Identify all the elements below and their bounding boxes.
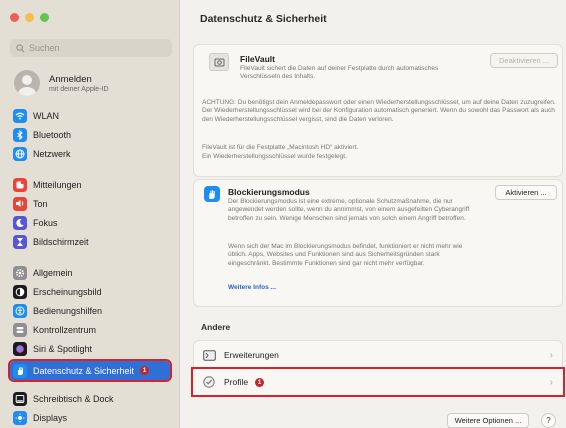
hourglass-icon bbox=[13, 234, 27, 249]
sidebar-item-bluetooth[interactable]: Bluetooth bbox=[10, 126, 170, 143]
profiles-label: Profile bbox=[224, 377, 249, 387]
sidebar-item-siri-spotlight[interactable]: Siri & Spotlight bbox=[10, 340, 170, 357]
extensions-row[interactable]: Erweiterungen › bbox=[193, 342, 563, 368]
filevault-section: FileVault FileVault sichert die Daten au… bbox=[193, 44, 563, 177]
more-options-button[interactable]: Weitere Optionen ... bbox=[447, 413, 529, 428]
globe-icon bbox=[13, 146, 27, 161]
sidebar-item-netzwerk[interactable]: Netzwerk bbox=[10, 145, 170, 162]
sidebar-item-label: Erscheinungsbild bbox=[33, 286, 102, 297]
filevault-status: FileVault ist für die Festplatte „Macint… bbox=[202, 144, 359, 151]
sidebar-item-ton[interactable]: Ton bbox=[10, 195, 170, 212]
account-name: Anmelden bbox=[49, 73, 92, 85]
sidebar-item-label: Displays bbox=[33, 412, 68, 423]
apple-id-signin[interactable]: Anmelden mit deiner Apple-ID bbox=[14, 70, 109, 96]
lockdown-details: Wenn sich der Mac im Blockierungsmodus b… bbox=[228, 243, 463, 267]
close-button[interactable] bbox=[10, 13, 19, 22]
speaker-icon bbox=[13, 196, 27, 211]
filevault-icon bbox=[209, 53, 229, 71]
extensions-icon bbox=[202, 348, 216, 362]
lockdown-title: Blockierungsmodus bbox=[228, 187, 310, 197]
sidebar-item-datenschutz-sicherheit[interactable]: Datenschutz & Sicherheit 1 bbox=[8, 359, 172, 382]
sidebar-item-label: Netzwerk bbox=[33, 148, 71, 159]
accessibility-icon bbox=[13, 303, 27, 318]
search-icon bbox=[16, 43, 25, 53]
search-placeholder: Suchen bbox=[29, 43, 60, 53]
control-center-icon bbox=[13, 322, 27, 337]
sidebar-item-label: Allgemein bbox=[33, 267, 73, 278]
filevault-deactivate-button[interactable]: Deaktivieren ... bbox=[490, 53, 558, 68]
sidebar-item-label: Ton bbox=[33, 198, 48, 209]
sidebar-item-displays[interactable]: Displays bbox=[10, 409, 170, 426]
notification-badge: 1 bbox=[255, 377, 265, 387]
minimize-button[interactable] bbox=[25, 13, 34, 22]
sidebar-item-label: Siri & Spotlight bbox=[33, 343, 93, 354]
profiles-row[interactable]: Profile 1 › bbox=[191, 367, 565, 397]
notification-badge: 1 bbox=[140, 366, 150, 375]
filevault-description: FileVault sichert die Daten auf deiner F… bbox=[240, 65, 439, 81]
sidebar-item-bildschirmzeit[interactable]: Bildschirmzeit bbox=[10, 233, 170, 250]
sidebar-item-label: Kontrollzentrum bbox=[33, 324, 97, 335]
appearance-icon bbox=[13, 284, 27, 299]
sidebar-item-label: Bluetooth bbox=[33, 129, 72, 140]
filevault-title: FileVault bbox=[240, 54, 275, 64]
sidebar-item-label: Datenschutz & Sicherheit bbox=[33, 365, 135, 376]
dock-icon bbox=[13, 391, 27, 406]
moon-icon bbox=[13, 215, 27, 230]
search-field[interactable]: Suchen bbox=[10, 39, 172, 57]
settings-window: Suchen Anmelden mit deiner Apple-ID WLAN… bbox=[0, 0, 566, 428]
zoom-button[interactable] bbox=[40, 13, 49, 22]
wifi-icon bbox=[13, 108, 27, 123]
page-title: Datenschutz & Sicherheit bbox=[200, 13, 327, 25]
other-heading: Andere bbox=[201, 322, 231, 332]
checkmark-badge-icon bbox=[202, 375, 216, 389]
filevault-warning: ACHTUNG: Du benötigst dein Anmeldepasswo… bbox=[202, 99, 556, 123]
sidebar-item-label: WLAN bbox=[33, 110, 60, 121]
siri-icon bbox=[13, 341, 27, 356]
bluetooth-icon bbox=[13, 127, 27, 142]
sidebar-item-erscheinungsbild[interactable]: Erscheinungsbild bbox=[10, 283, 170, 300]
sidebar-item-label: Schreibtisch & Dock bbox=[33, 393, 114, 404]
sidebar-item-label: Bildschirmzeit bbox=[33, 236, 89, 247]
sidebar-item-label: Mitteilungen bbox=[33, 179, 82, 190]
hand-icon bbox=[13, 363, 27, 378]
avatar bbox=[14, 70, 40, 96]
sidebar-item-mitteilungen[interactable]: Mitteilungen bbox=[10, 176, 170, 193]
chevron-right-icon: › bbox=[549, 376, 553, 388]
sidebar-item-wlan[interactable]: WLAN bbox=[10, 107, 170, 124]
sidebar-item-bedienungshilfen[interactable]: Bedienungshilfen bbox=[10, 302, 170, 319]
chevron-right-icon: › bbox=[549, 349, 553, 361]
sidebar: Suchen Anmelden mit deiner Apple-ID WLAN… bbox=[0, 0, 180, 428]
main-content: FileVault FileVault sichert die Daten au… bbox=[181, 34, 566, 428]
account-subtitle: mit deiner Apple-ID bbox=[49, 85, 109, 93]
bell-icon bbox=[13, 177, 27, 192]
lockdown-section: Blockierungsmodus Der Blockierungsmodus … bbox=[193, 179, 563, 307]
lockdown-activate-button[interactable]: Aktivieren ... bbox=[495, 185, 557, 200]
filevault-recovery-status: Ein Wiederherstellungsschlüssel wurde fe… bbox=[202, 153, 347, 160]
sidebar-item-fokus[interactable]: Fokus bbox=[10, 214, 170, 231]
extensions-label: Erweiterungen bbox=[224, 350, 279, 360]
more-info-link[interactable]: Weitere Infos ... bbox=[228, 284, 276, 291]
sidebar-item-kontrollzentrum[interactable]: Kontrollzentrum bbox=[10, 321, 170, 338]
help-button[interactable]: ? bbox=[541, 413, 556, 428]
lockdown-hand-icon bbox=[204, 186, 220, 202]
sidebar-item-label: Fokus bbox=[33, 217, 58, 228]
gear-icon bbox=[13, 265, 27, 280]
sidebar-item-label: Bedienungshilfen bbox=[33, 305, 103, 316]
window-controls bbox=[10, 13, 49, 22]
lockdown-description: Der Blockierungsmodus ist eine extreme, … bbox=[228, 198, 470, 222]
display-icon bbox=[13, 410, 27, 425]
sidebar-item-allgemein[interactable]: Allgemein bbox=[10, 264, 170, 281]
sidebar-item-schreibtisch-dock[interactable]: Schreibtisch & Dock bbox=[10, 390, 170, 407]
